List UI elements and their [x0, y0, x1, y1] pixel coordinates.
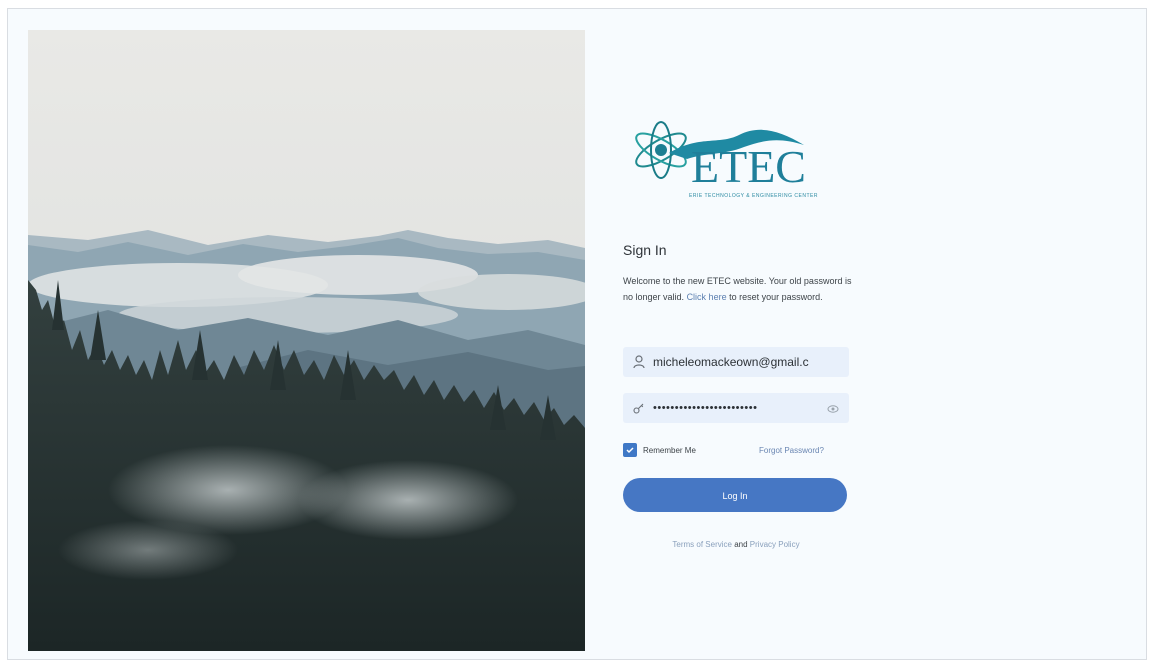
- reset-password-link[interactable]: Click here: [687, 292, 727, 302]
- remember-me-checkbox[interactable]: [623, 443, 637, 457]
- privacy-policy-link[interactable]: Privacy Policy: [750, 540, 800, 549]
- logo-tagline: ERIE TECHNOLOGY & ENGINEERING CENTER: [689, 193, 818, 199]
- password-field: [623, 393, 849, 423]
- hero-image: [28, 30, 585, 651]
- checkmark-icon: [626, 447, 634, 454]
- legal-and: and: [734, 540, 748, 549]
- sign-in-title: Sign In: [623, 242, 667, 258]
- email-field: [623, 347, 849, 377]
- email-input[interactable]: [651, 347, 837, 377]
- terms-of-service-link[interactable]: Terms of Service: [672, 540, 732, 549]
- page-frame: ETEC ERIE TECHNOLOGY & ENGINEERING CENTE…: [7, 8, 1147, 660]
- etec-logo: ETEC ERIE TECHNOLOGY & ENGINEERING CENTE…: [629, 105, 839, 210]
- eye-icon[interactable]: [827, 402, 839, 414]
- remember-me[interactable]: Remember Me: [623, 443, 696, 457]
- remember-me-label: Remember Me: [643, 445, 696, 455]
- legal-links: Terms of Service and Privacy Policy: [619, 540, 853, 549]
- mountain-forest-image: [28, 30, 585, 651]
- forgot-password-link[interactable]: Forgot Password?: [759, 446, 824, 455]
- user-icon: [633, 355, 645, 369]
- logo-wordmark: ETEC: [691, 141, 806, 192]
- log-in-button[interactable]: Log In: [623, 478, 847, 512]
- intro-tail: to reset your password.: [729, 292, 823, 302]
- password-input[interactable]: [651, 393, 821, 423]
- intro-message: Welcome to the new ETEC website. Your ol…: [623, 273, 863, 305]
- key-icon: [633, 401, 645, 415]
